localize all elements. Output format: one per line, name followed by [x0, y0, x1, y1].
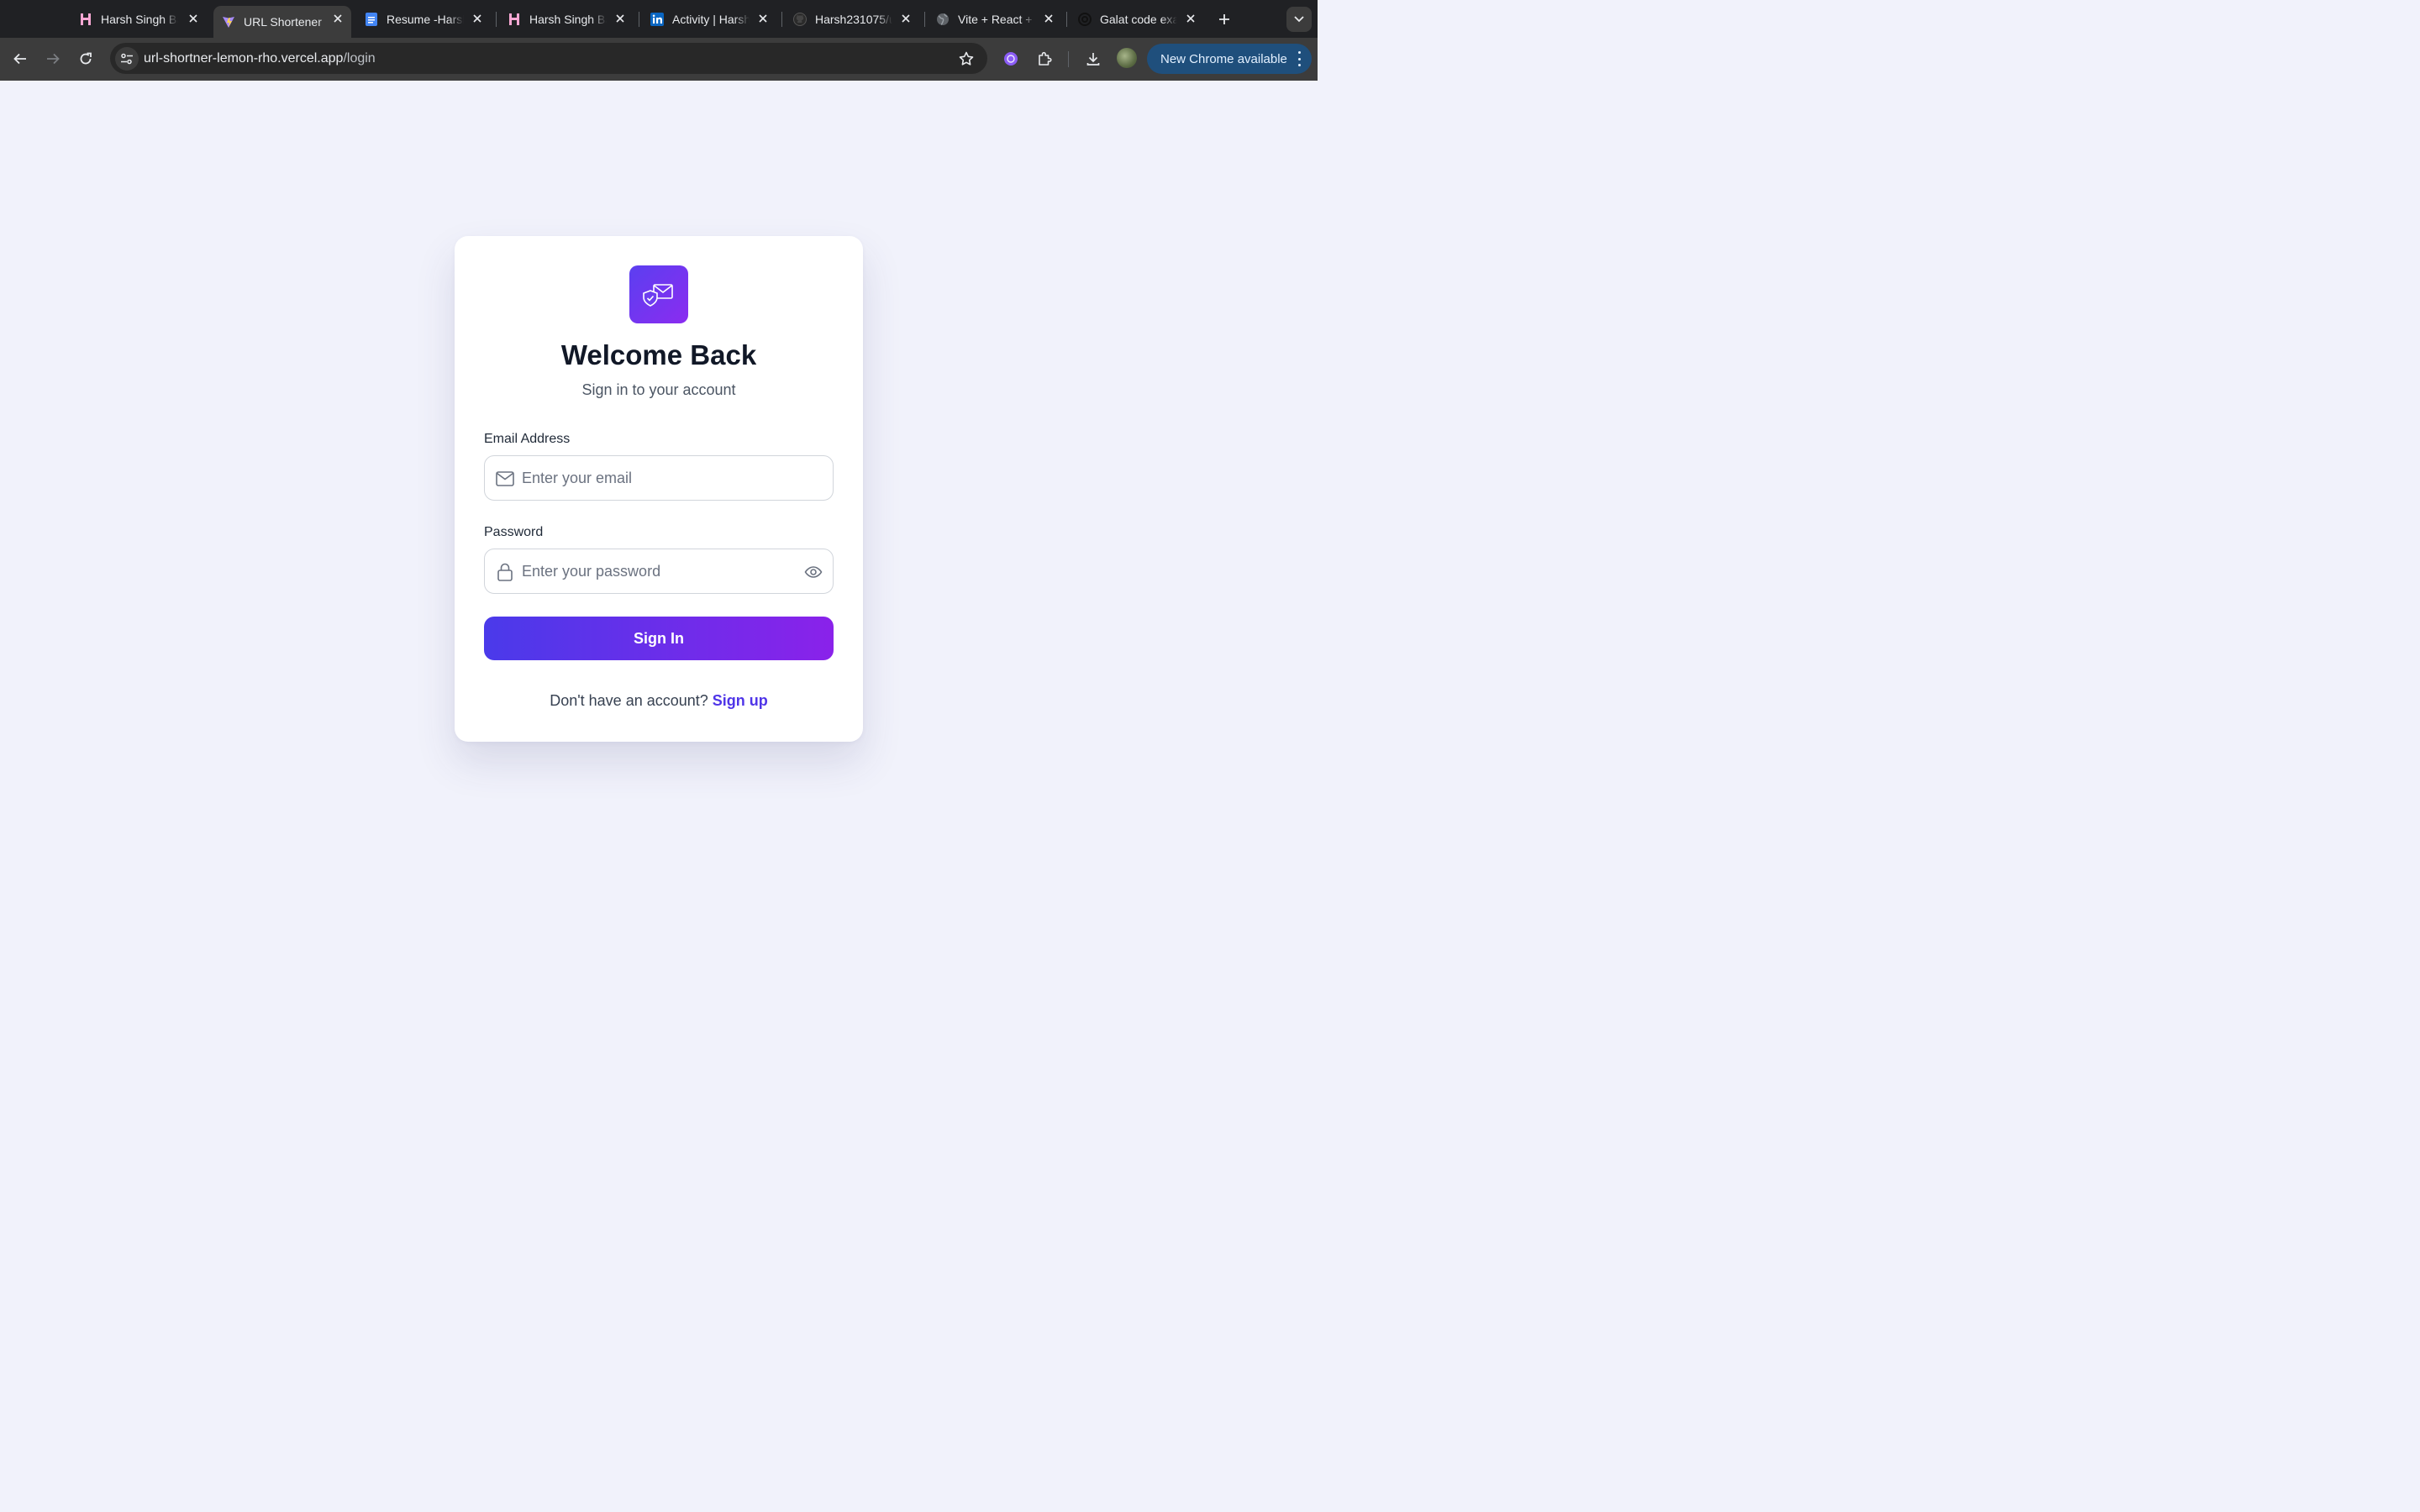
close-icon[interactable] — [899, 12, 913, 25]
password-label: Password — [484, 525, 544, 539]
tab-8[interactable]: Galat code exa — [1070, 6, 1204, 32]
password-input[interactable] — [522, 549, 791, 593]
puzzle-icon — [1039, 51, 1052, 66]
address-bar[interactable]: url-shortner-lemon-rho.vercel.app/login — [110, 43, 987, 74]
github-icon — [793, 12, 807, 26]
tab-title: URL Shortener — [244, 15, 322, 29]
close-icon[interactable] — [1184, 12, 1197, 25]
tab-5[interactable]: Activity | Harsh — [642, 6, 776, 32]
tab-separator — [781, 12, 782, 27]
lock-icon — [496, 563, 514, 581]
signup-prompt: Don't have an account? Sign up — [455, 692, 863, 710]
eye-icon[interactable] — [804, 563, 823, 581]
extension-button[interactable] — [1000, 48, 1022, 70]
tab-7[interactable]: Vite + React + — [928, 6, 1062, 32]
password-field[interactable] — [484, 549, 834, 594]
profile-avatar[interactable] — [1117, 48, 1137, 68]
plus-icon — [1219, 14, 1229, 24]
download-icon — [1086, 53, 1100, 66]
new-tab-button[interactable] — [1215, 10, 1234, 29]
close-icon[interactable] — [756, 12, 770, 25]
close-icon[interactable] — [331, 12, 345, 25]
email-input[interactable] — [522, 456, 791, 500]
forward-button[interactable] — [42, 48, 64, 70]
downloads-button[interactable] — [1082, 48, 1104, 70]
close-icon[interactable] — [613, 12, 627, 25]
extension-badge-icon — [1004, 52, 1018, 66]
sign-in-button[interactable]: Sign In — [484, 617, 834, 660]
update-chrome-label: New Chrome available — [1160, 51, 1287, 66]
tab-title: Activity | Harsh — [672, 12, 750, 26]
url-path: /login — [343, 51, 376, 66]
globe-icon — [936, 13, 950, 26]
chevron-down-icon — [1294, 16, 1304, 23]
tab-title: Harsh231075/u — [815, 12, 892, 26]
tab-search-button[interactable] — [1286, 7, 1312, 32]
page-title: Welcome Back — [560, 339, 757, 370]
back-button[interactable] — [9, 48, 31, 70]
tab-title: Vite + React + — [958, 12, 1033, 26]
secure-mail-icon — [643, 283, 673, 307]
hashnode-icon — [79, 13, 92, 26]
tune-icon — [121, 53, 133, 65]
page-subtitle: Sign in to your account — [581, 381, 736, 398]
tab-2[interactable]: URL Shortener — [213, 6, 351, 38]
openai-icon — [1078, 12, 1092, 26]
arrow-left-icon — [13, 53, 26, 65]
tab-strip: Harsh Singh Ba URL Shortener Resume -Har… — [0, 0, 1318, 38]
toolbar-divider — [1068, 51, 1069, 67]
bookmark-button[interactable] — [957, 50, 976, 68]
tab-title: Resume -Harsh — [387, 12, 464, 26]
update-chrome-button[interactable]: New Chrome available — [1147, 44, 1312, 74]
browser-toolbar: url-shortner-lemon-rho.vercel.app/login … — [0, 38, 1318, 81]
tab-title: Harsh Singh Ba — [529, 12, 607, 26]
url-text[interactable]: url-shortner-lemon-rho.vercel.app/login — [144, 51, 376, 66]
tab-separator — [924, 12, 925, 27]
tab-1[interactable]: Harsh Singh Ba — [72, 6, 207, 32]
hashnode-icon — [508, 13, 521, 26]
close-icon[interactable] — [1042, 12, 1055, 25]
tab-3[interactable]: Resume -Harsh — [356, 6, 491, 32]
tab-title: Galat code exa — [1100, 12, 1177, 26]
linkedin-icon — [650, 12, 664, 26]
close-icon[interactable] — [187, 12, 200, 25]
extensions-menu-button[interactable] — [1034, 48, 1055, 70]
vite-icon — [222, 15, 235, 29]
tab-separator — [496, 12, 497, 27]
login-card: Welcome Back Sign in to your account Ema… — [455, 236, 863, 742]
tab-6[interactable]: Harsh231075/u — [785, 6, 919, 32]
url-host: url-shortner-lemon-rho.vercel.app — [144, 51, 344, 66]
signup-prompt-text: Don't have an account? — [550, 692, 708, 709]
tab-4[interactable]: Harsh Singh Ba — [499, 6, 634, 32]
email-field[interactable] — [484, 455, 834, 501]
email-label: Email Address — [484, 432, 571, 446]
more-vert-icon[interactable] — [1297, 51, 1302, 66]
mail-icon — [496, 470, 514, 488]
site-info-button[interactable] — [115, 47, 139, 71]
app-logo — [629, 265, 688, 323]
google-docs-icon — [365, 12, 378, 26]
tab-title: Harsh Singh Ba — [101, 12, 178, 26]
close-icon[interactable] — [471, 12, 484, 25]
arrow-right-icon — [47, 53, 60, 65]
tab-separator — [1066, 12, 1067, 27]
sign-up-link[interactable]: Sign up — [713, 692, 768, 709]
reload-icon — [80, 52, 92, 65]
star-icon — [959, 51, 974, 66]
reload-button[interactable] — [75, 48, 97, 70]
